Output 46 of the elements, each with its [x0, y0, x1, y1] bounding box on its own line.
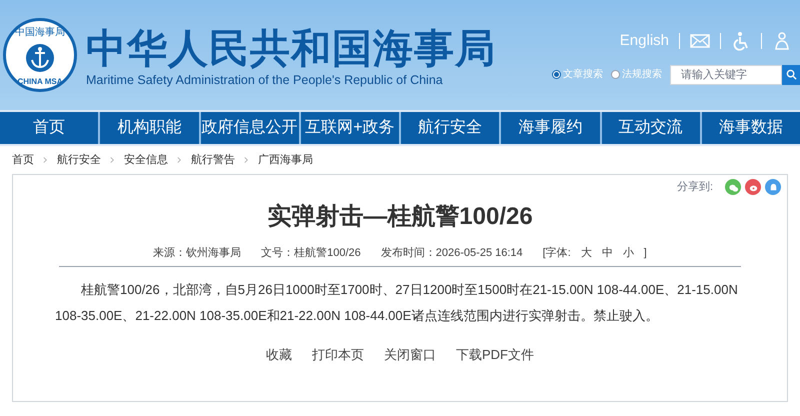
font-size-label: [字体: [542, 246, 571, 261]
nav-link[interactable]: 首页 [0, 112, 98, 144]
font-size-link[interactable]: 小 [622, 245, 634, 262]
chevron-icon [43, 156, 48, 164]
weibo-share-icon[interactable] [745, 179, 761, 196]
font-size-link[interactable]: 大 [580, 245, 592, 262]
breadcrumb-link[interactable]: 航行警告 [191, 152, 235, 168]
action-link[interactable]: 下载PDF文件 [456, 345, 534, 364]
action-link[interactable]: 打印本页 [312, 345, 364, 364]
site-title: 中华人民共和国海事局 [86, 26, 496, 72]
anchor-icon [25, 43, 55, 73]
meta-text: 文号：桂航警100/26 [261, 246, 361, 261]
bracket-text: ] [644, 246, 647, 261]
nav-link[interactable]: 航行安全 [399, 112, 500, 144]
qq-share-icon[interactable] [765, 179, 781, 196]
nav-link[interactable]: 海事数据 [700, 112, 800, 144]
radio-label: 文章搜索 [563, 68, 603, 82]
radio-button[interactable] [611, 70, 620, 79]
site-subtitle: Maritime Safety Administration of the People's Republic of China [86, 72, 444, 88]
action-link[interactable]: 收藏 [266, 345, 292, 364]
article-title: 实弹射击—桂航警100/26 [267, 202, 533, 232]
wechat-share-icon[interactable] [725, 179, 741, 196]
nav-link[interactable]: 机构职能 [98, 112, 198, 144]
chevron-icon [110, 156, 115, 164]
share-label: 分享到: [676, 180, 713, 195]
action-link[interactable]: 关闭窗口 [384, 345, 436, 364]
breadcrumb-link[interactable]: 广西海事局 [258, 152, 313, 168]
font-size-link[interactable]: 中 [602, 245, 613, 262]
chevron-icon [177, 156, 182, 164]
radio-button[interactable] [552, 70, 561, 79]
radio-label: 法规搜索 [622, 68, 662, 82]
breadcrumb-link[interactable]: 航行安全 [57, 152, 101, 168]
search-icon [786, 69, 796, 80]
search-button[interactable] [782, 64, 800, 84]
chevron-icon [244, 156, 249, 164]
nav-link[interactable]: 海事履约 [499, 112, 600, 144]
nav-link[interactable]: 互联网+政务 [298, 112, 399, 144]
breadcrumb-link[interactable]: 安全信息 [124, 152, 168, 168]
person-icon[interactable] [772, 31, 792, 52]
article-body: 桂航警100/26，北部湾，自5月26日1000时至1700时、27日1200时至1500时在21-15.00N 108-44.00E、21-15.00N 108-35.00E、21-22.00N 108-35.00E和21-22.00N 108-44.00E诸点连线范围内进行实弹射击。禁止驶入。 [55, 281, 739, 325]
nav-link[interactable]: 政府信息公开 [198, 112, 299, 144]
nav-link[interactable]: 互动交流 [600, 112, 700, 144]
meta-text: 发布时间：2026-05-25 16:14 [380, 246, 523, 261]
breadcrumb-link[interactable]: 首页 [12, 152, 34, 168]
meta-text: 来源：钦州海事局 [153, 246, 242, 261]
search-field[interactable]: 请输入关键字 [670, 64, 782, 84]
